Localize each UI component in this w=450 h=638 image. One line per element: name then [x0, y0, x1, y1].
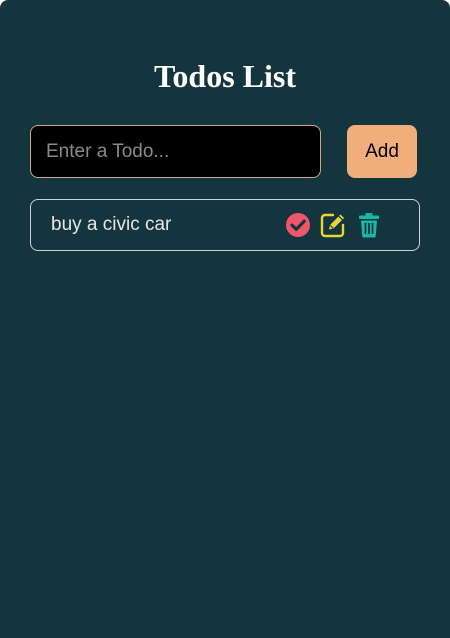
todo-input[interactable]	[30, 125, 321, 178]
trash-icon[interactable]	[356, 212, 382, 238]
edit-icon[interactable]	[320, 212, 346, 238]
check-circle-icon[interactable]	[285, 212, 311, 238]
todo-list-item: buy a civic car	[30, 199, 420, 251]
todo-app: Todos List Add buy a civic car	[0, 0, 450, 638]
todo-text: buy a civic car	[51, 214, 172, 235]
page-title: Todos List	[154, 58, 296, 94]
add-button[interactable]: Add	[347, 125, 417, 178]
